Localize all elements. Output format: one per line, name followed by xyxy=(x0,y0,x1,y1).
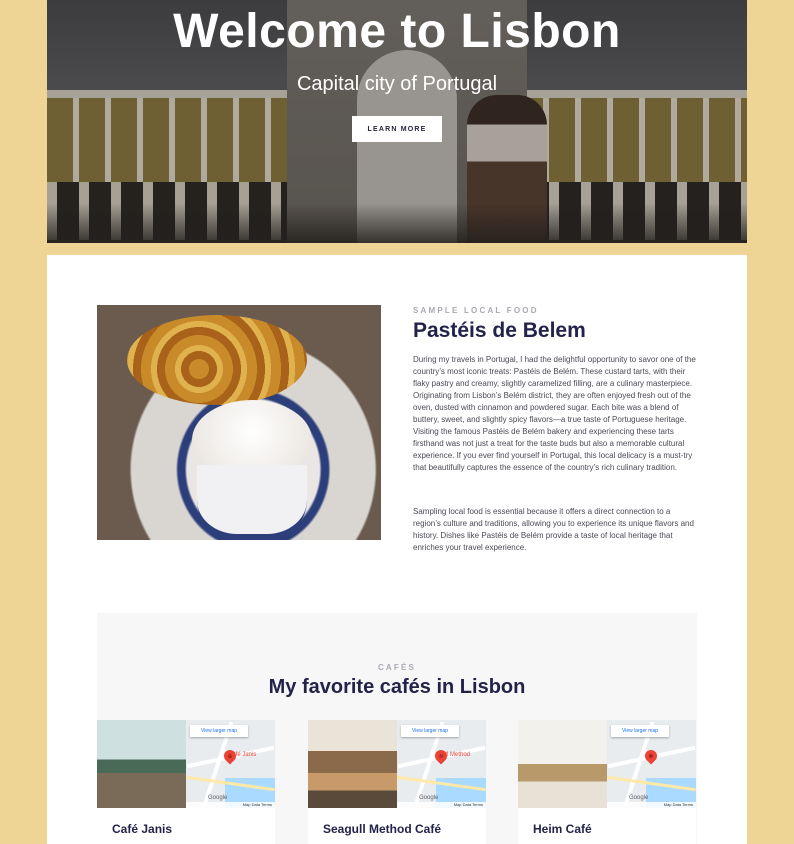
view-larger-map-link[interactable]: View larger map xyxy=(190,725,248,737)
map-attribution[interactable]: Map Data Terms xyxy=(607,802,696,808)
cafe-photo xyxy=(97,720,186,808)
cafe-map[interactable]: View larger map gull Method Google Map D… xyxy=(397,720,486,808)
pasteis-photo xyxy=(97,305,381,540)
hero-banner: Welcome to Lisbon Capital city of Portug… xyxy=(47,0,747,243)
view-larger-map-link[interactable]: View larger map xyxy=(611,725,669,737)
map-attribution[interactable]: Map Data Terms xyxy=(397,802,486,808)
food-title: Pastéis de Belem xyxy=(413,319,586,342)
cafes-title: My favorite cafés in Lisbon xyxy=(268,676,526,698)
google-logo: Google xyxy=(629,795,649,801)
cafes-section: CAFÉS My favorite cafés in Lisbon View l… xyxy=(97,613,697,844)
cafe-name: Café Janis xyxy=(112,822,173,836)
google-logo: Google xyxy=(419,795,439,801)
cafe-photo xyxy=(518,720,607,808)
map-pin-label: Café Janis xyxy=(228,752,257,758)
cafe-map[interactable]: View larger map Google Map Data Terms xyxy=(607,720,696,808)
google-logo: Google xyxy=(208,795,228,801)
cafe-name: Seagull Method Café xyxy=(323,822,442,836)
hero-subtitle: Capital city of Portugal xyxy=(296,73,498,95)
food-paragraph-2: Sampling local food is essential because… xyxy=(413,507,694,552)
cafe-map[interactable]: View larger map Café Janis Google Map Da… xyxy=(186,720,275,808)
cafe-card: View larger map Google Map Data Terms He… xyxy=(518,720,696,844)
food-eyebrow: SAMPLE LOCAL FOOD xyxy=(413,306,539,315)
cafe-photo xyxy=(308,720,397,808)
map-attribution[interactable]: Map Data Terms xyxy=(186,802,275,808)
hero-title: Welcome to Lisbon xyxy=(173,5,621,58)
content-panel: SAMPLE LOCAL FOOD Pastéis de Belem Durin… xyxy=(47,255,747,844)
learn-more-button[interactable]: LEARN MORE xyxy=(352,116,442,142)
cafe-card: View larger map Café Janis Google Map Da… xyxy=(97,720,275,844)
cafe-name: Heim Café xyxy=(533,822,592,836)
map-pin-label: gull Method xyxy=(439,752,471,758)
food-paragraph-1: During my travels in Portugal, I had the… xyxy=(413,355,696,472)
cafes-eyebrow: CAFÉS xyxy=(377,663,417,672)
view-larger-map-link[interactable]: View larger map xyxy=(401,725,459,737)
cafe-card: View larger map gull Method Google Map D… xyxy=(308,720,486,844)
